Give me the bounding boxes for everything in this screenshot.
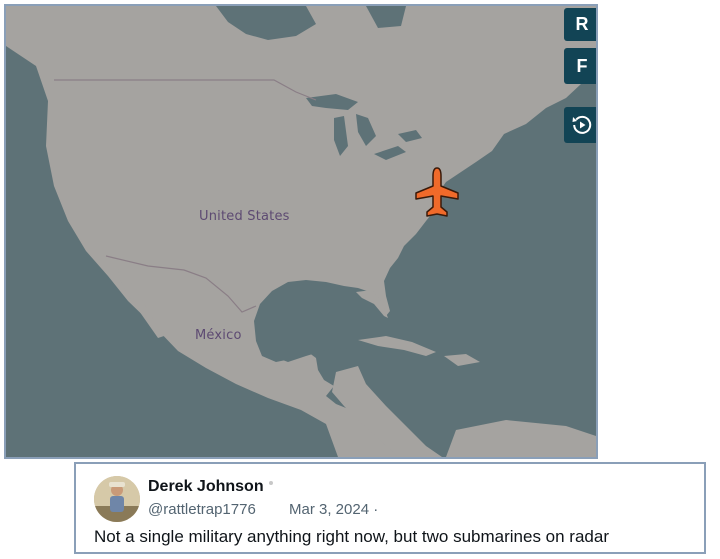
f-button[interactable]: F xyxy=(564,48,596,84)
author-name[interactable]: Derek Johnson xyxy=(148,478,264,496)
map-canvas[interactable] xyxy=(6,6,596,457)
map-label-mexico: México xyxy=(195,328,242,343)
verified-dot xyxy=(269,481,273,485)
r-button[interactable]: R xyxy=(564,8,596,41)
replay-button[interactable] xyxy=(564,107,596,143)
tweet-date[interactable]: Mar 3, 2024 · xyxy=(289,501,378,518)
tweet-text: Not a single military anything right now… xyxy=(94,527,609,546)
avatar-image xyxy=(94,476,140,522)
author-handle[interactable]: @rattletrap1776 xyxy=(148,501,256,518)
flight-map[interactable]: United States México R F xyxy=(4,4,598,459)
airplane-icon[interactable] xyxy=(414,166,460,222)
replay-icon xyxy=(572,115,592,134)
tweet-card[interactable]: Derek Johnson @rattletrap1776 Mar 3, 202… xyxy=(74,462,706,554)
map-label-united-states: United States xyxy=(199,209,290,224)
avatar[interactable] xyxy=(94,476,140,522)
